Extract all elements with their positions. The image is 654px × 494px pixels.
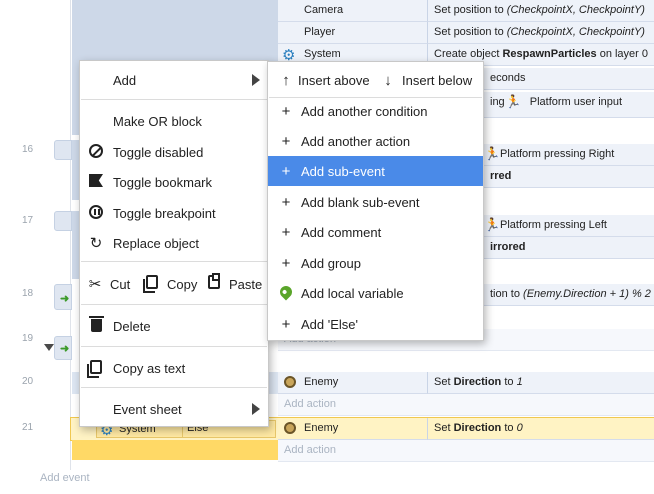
menu-separator (81, 99, 267, 100)
event-number: 18 (22, 288, 34, 299)
menu-item-copy-as-text[interactable]: Copy as text (80, 353, 268, 383)
event-number: 17 (22, 215, 34, 226)
location-pin-icon (276, 283, 296, 301)
add-submenu: ↑ Insert above ↓ Insert below + Add anot… (267, 61, 484, 341)
event-number: 20 (22, 376, 34, 387)
menu-item-delete[interactable]: Delete (80, 311, 268, 341)
action-set-mirrored[interactable]: rred (484, 166, 654, 188)
event-row-handle[interactable] (54, 211, 72, 231)
arrow-up-icon: ↑ (282, 71, 290, 89)
paste-button[interactable]: Paste (205, 268, 262, 300)
copy-icon (143, 275, 161, 293)
event-row-handle[interactable] (54, 140, 72, 160)
menu-item-add-group[interactable]: + Add group (268, 248, 483, 278)
event-number: 19 (22, 333, 34, 344)
plus-icon: + (281, 162, 291, 180)
runner-icon: 🏃 (484, 146, 501, 161)
sub-event-arrow-icon: ➜ (60, 343, 70, 355)
bookmark-icon (86, 174, 106, 190)
menu-separator (81, 261, 267, 262)
action-set-direction-expression[interactable]: tion to (Enemy.Direction + 1) % 2 (484, 284, 654, 306)
menu-item-add-comment[interactable]: + Add comment (268, 217, 483, 247)
plus-icon: + (281, 102, 291, 120)
condition-platform-pressing-right[interactable]: 🏃 Platform pressing Right (484, 144, 654, 166)
menu-item-add-local-variable[interactable]: Add local variable (268, 278, 483, 308)
enemy-icon (284, 376, 296, 388)
sub-event-arrow-icon: ➜ (60, 293, 70, 305)
action-set-platform-input[interactable]: ing 🏃 Platform user input (484, 92, 654, 118)
menu-separator (81, 346, 267, 347)
add-action-link[interactable]: Add action (278, 440, 654, 462)
menu-item-add-another-condition[interactable]: + Add another condition (268, 96, 483, 126)
plus-icon: + (281, 315, 291, 333)
event-context-menu: Add Make OR block Toggle disabled Toggle… (79, 60, 269, 427)
gutter-divider (70, 0, 71, 470)
action-set-direction-1[interactable]: Set Direction to 1 (428, 372, 654, 394)
clipboard-row: ✂ Cut Copy Paste (80, 268, 268, 300)
menu-item-event-sheet[interactable]: Event sheet (80, 394, 268, 424)
submenu-arrow-icon (252, 403, 260, 415)
disabled-icon (86, 143, 106, 161)
menu-item-add-another-action[interactable]: + Add another action (268, 126, 483, 156)
plus-icon: + (281, 193, 291, 211)
menu-item-add-else[interactable]: + Add 'Else' (268, 309, 483, 339)
menu-item-make-or-block[interactable]: Make OR block (80, 106, 268, 136)
menu-item-add-sub-event[interactable]: + Add sub-event (268, 156, 483, 186)
copy-icon (86, 359, 106, 378)
menu-item-replace-object[interactable]: ↻ Replace object (80, 228, 268, 258)
menu-separator (81, 304, 267, 305)
event-number: 21 (22, 422, 34, 433)
action-set-not-mirrored[interactable]: irrored (484, 237, 654, 259)
action-set-direction-0[interactable]: Set Direction to 0 (428, 418, 654, 440)
runner-icon: 🏃 (484, 217, 501, 232)
trash-icon (86, 316, 106, 335)
copy-button[interactable]: Copy (143, 268, 197, 300)
runner-icon: 🏃 (505, 94, 522, 109)
menu-item-add-blank-sub-event[interactable]: + Add blank sub-event (268, 187, 483, 217)
action-set-position-player[interactable]: Set position to (CheckpointX, Checkpoint… (428, 22, 654, 44)
menu-item-toggle-disabled[interactable]: Toggle disabled (80, 137, 268, 167)
action-set-position-camera[interactable]: Set position to (CheckpointX, Checkpoint… (428, 0, 654, 22)
menu-item-toggle-bookmark[interactable]: Toggle bookmark (80, 167, 268, 197)
scissors-icon: ✂ (88, 276, 102, 293)
collapse-triangle-icon[interactable] (44, 344, 54, 351)
submenu-arrow-icon (252, 74, 260, 86)
action-object-enemy[interactable]: Enemy (278, 372, 428, 394)
add-event-link[interactable]: Add event (40, 472, 90, 484)
action-wait-seconds[interactable]: econds (484, 68, 654, 90)
menu-separator (81, 387, 267, 388)
action-object-camera[interactable]: Camera (278, 0, 428, 22)
else-event-indent (72, 440, 278, 460)
replace-icon: ↻ (89, 234, 103, 252)
cut-button[interactable]: ✂ Cut (86, 268, 131, 300)
plus-icon: + (281, 132, 291, 150)
event-number: 16 (22, 144, 34, 155)
breakpoint-icon (86, 204, 106, 222)
action-object-enemy[interactable]: Enemy (278, 418, 428, 440)
menu-item-toggle-breakpoint[interactable]: Toggle breakpoint (80, 198, 268, 228)
enemy-icon (284, 422, 296, 434)
plus-icon: + (281, 223, 291, 241)
condition-platform-pressing-left[interactable]: 🏃 Platform pressing Left (484, 215, 654, 237)
paste-icon (205, 273, 223, 293)
plus-icon: + (281, 254, 291, 272)
arrow-down-icon: ↓ (384, 71, 392, 89)
add-action-link[interactable]: Add action (278, 394, 654, 416)
action-object-player[interactable]: Player (278, 22, 428, 44)
menu-item-add[interactable]: Add (80, 65, 268, 95)
